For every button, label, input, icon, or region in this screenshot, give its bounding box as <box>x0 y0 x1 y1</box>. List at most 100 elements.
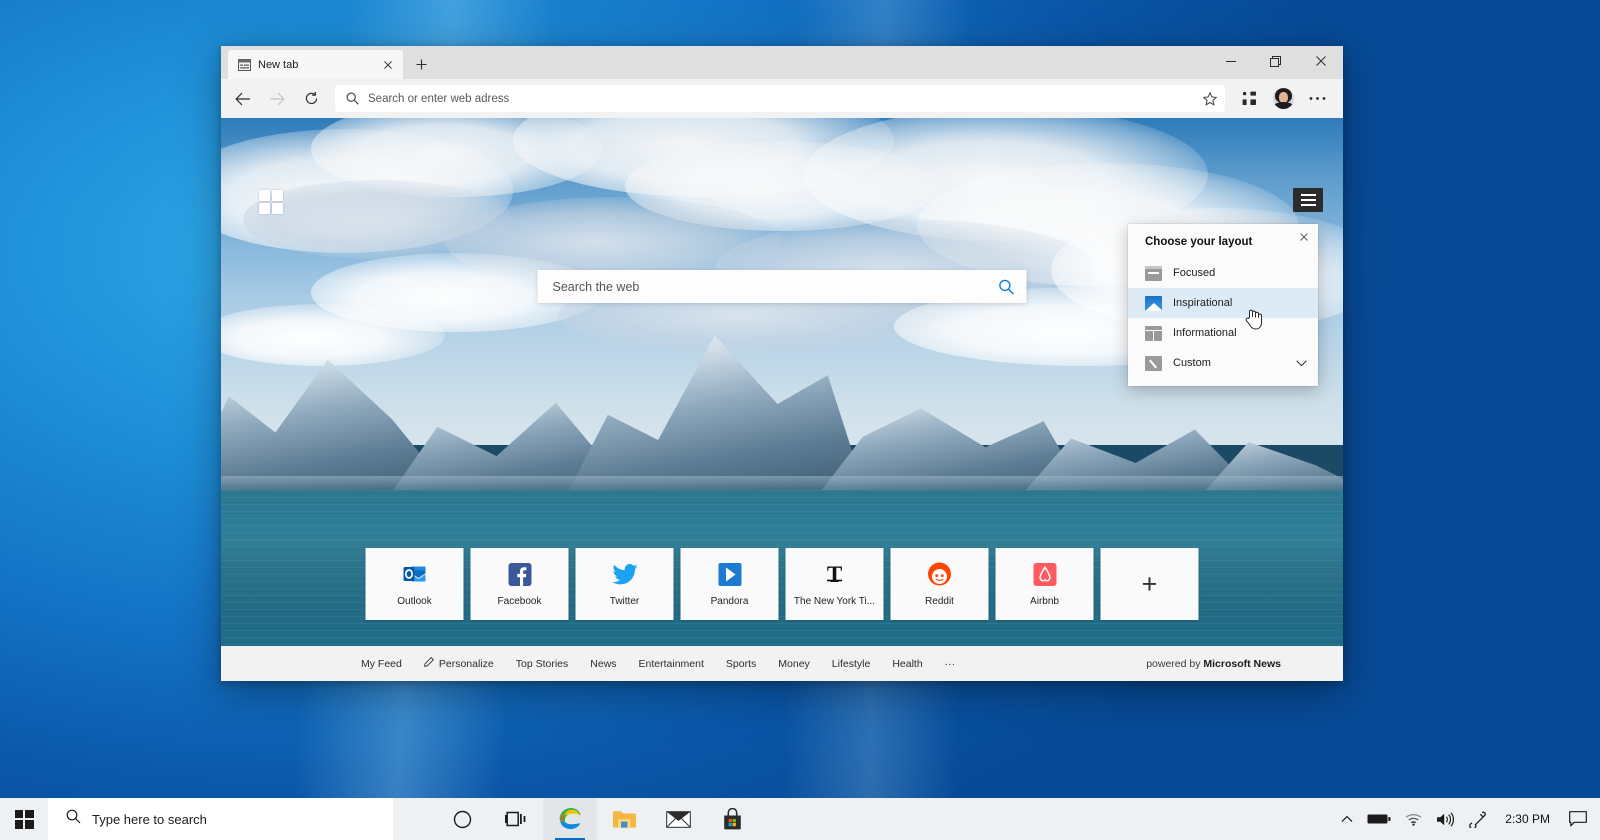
footer-link-more[interactable]: ··· <box>945 658 956 670</box>
refresh-icon[interactable] <box>295 83 327 115</box>
powered-by-prefix: powered by <box>1146 657 1204 670</box>
footer-link-entertainment[interactable]: Entertainment <box>639 658 704 670</box>
powered-by-label: powered by Microsoft News <box>1146 658 1281 670</box>
tile-reddit[interactable]: Reddit <box>890 548 989 620</box>
mail-icon[interactable] <box>651 798 705 840</box>
new-tab-button[interactable] <box>408 51 434 77</box>
windows-start-icon[interactable] <box>0 798 48 840</box>
twitter-icon <box>612 561 638 587</box>
layout-option-focused[interactable]: Focused <box>1128 258 1318 288</box>
browser-tab[interactable]: New tab <box>228 50 403 79</box>
volume-icon[interactable] <box>1429 798 1462 840</box>
tile-outlook[interactable]: Outlook <box>365 548 464 620</box>
avatar <box>1272 88 1294 109</box>
address-input[interactable]: Search or enter web adress <box>368 93 1194 105</box>
footer-link-top-stories[interactable]: Top Stories <box>516 658 569 670</box>
layout-option-custom[interactable]: Custom <box>1128 348 1318 378</box>
edge-browser-window: New tab Search or enter web adress Searc… <box>221 46 1343 681</box>
wifi-icon[interactable] <box>1398 798 1429 840</box>
footer-link-label: Top Stories <box>515 657 569 670</box>
task-view-icon[interactable] <box>489 798 543 840</box>
show-hidden-icons-chevron-icon[interactable] <box>1334 798 1360 840</box>
taskbar-clock[interactable]: 2:30 PM <box>1493 798 1562 840</box>
windows-taskbar: Type here to search 2:30 PM <box>0 798 1600 840</box>
footer-link-sports[interactable]: Sports <box>726 658 756 670</box>
plus-icon: + <box>1141 568 1158 599</box>
pandora-icon <box>717 561 743 587</box>
web-search-box[interactable]: Search the web <box>537 270 1027 303</box>
browser-toolbar: Search or enter web adress <box>221 79 1343 118</box>
outlook-icon <box>402 561 428 587</box>
search-icon[interactable] <box>999 279 1015 295</box>
tile-label: Airbnb <box>1030 596 1059 607</box>
battery-icon[interactable] <box>1360 798 1398 840</box>
footer-link-my-feed[interactable]: My Feed <box>361 658 402 670</box>
microsoft-edge-icon[interactable] <box>543 798 597 840</box>
footer-link-label: Sports <box>725 657 757 670</box>
profile-button[interactable] <box>1267 83 1299 115</box>
footer-link-lifestyle[interactable]: Lifestyle <box>832 658 871 670</box>
layout-focused-icon <box>1145 265 1162 281</box>
star-icon[interactable] <box>1203 91 1217 106</box>
tab-title: New tab <box>258 58 299 71</box>
tab-close-icon[interactable] <box>380 57 395 72</box>
chevron-down-icon[interactable] <box>1296 359 1310 367</box>
cortana-icon[interactable] <box>435 798 489 840</box>
footer-link-label: ··· <box>944 657 956 670</box>
layout-option-label: Focused <box>1173 267 1216 279</box>
microsoft-store-icon[interactable] <box>705 798 759 840</box>
nytimes-icon: T <box>822 561 848 587</box>
tile-label: Twitter <box>609 596 640 607</box>
search-icon <box>346 92 359 105</box>
collections-grid-icon[interactable] <box>1233 83 1265 115</box>
airbnb-icon <box>1032 561 1058 587</box>
window-controls <box>1208 46 1343 76</box>
tile-airbnb[interactable]: Airbnb <box>995 548 1094 620</box>
maximize-icon[interactable] <box>1253 46 1298 76</box>
system-tray: 2:30 PM <box>1334 798 1600 840</box>
tile-label: The New York Ti... <box>793 596 876 607</box>
footer-link-personalize[interactable]: Personalize <box>424 656 494 670</box>
layout-option-label: Inspirational <box>1173 297 1233 309</box>
new-tab-page: Search the web Outlook Facebook Twitter … <box>221 118 1343 681</box>
forward-arrow-icon <box>261 83 293 115</box>
windows-waffle-icon[interactable] <box>259 190 283 214</box>
window-title-bar: New tab <box>221 46 1343 79</box>
hamburger-icon[interactable] <box>1293 188 1323 212</box>
footer-link-label: My Feed <box>361 657 402 670</box>
action-center-icon[interactable] <box>1562 798 1594 840</box>
footer-link-label: Money <box>778 657 810 670</box>
reddit-icon <box>927 561 953 587</box>
taskbar-search-input[interactable]: Type here to search <box>92 812 207 827</box>
address-bar[interactable]: Search or enter web adress <box>335 85 1225 112</box>
layout-custom-pencil-icon <box>1145 355 1162 371</box>
tile-twitter[interactable]: Twitter <box>575 548 674 620</box>
pen-workspace-icon[interactable] <box>1462 798 1493 840</box>
back-arrow-icon[interactable] <box>227 83 259 115</box>
layout-option-label: Informational <box>1173 327 1237 339</box>
web-search-input[interactable]: Search the web <box>553 280 999 294</box>
search-icon <box>66 809 81 829</box>
close-icon[interactable] <box>1296 229 1311 244</box>
choose-layout-flyout: Choose your layout Focused Inspirational… <box>1128 224 1318 386</box>
add-shortcut-tile[interactable]: + <box>1100 548 1199 620</box>
footer-link-money[interactable]: Money <box>778 658 810 670</box>
tile-nytimes[interactable]: T The New York Ti... <box>785 548 884 620</box>
window-close-icon[interactable] <box>1298 46 1343 76</box>
layout-option-inspirational[interactable]: Inspirational <box>1128 288 1318 318</box>
taskbar-search-box[interactable]: Type here to search <box>48 798 393 840</box>
file-explorer-icon[interactable] <box>597 798 651 840</box>
flyout-title: Choose your layout <box>1145 236 1253 248</box>
layout-option-informational[interactable]: Informational <box>1128 318 1318 348</box>
tile-pandora[interactable]: Pandora <box>680 548 779 620</box>
tile-label: Reddit <box>925 596 954 607</box>
minimize-icon[interactable] <box>1208 46 1253 76</box>
footer-link-news[interactable]: News <box>590 658 616 670</box>
layout-inspirational-icon <box>1145 295 1162 311</box>
ellipsis-icon[interactable] <box>1301 83 1333 115</box>
newtab-icon <box>238 58 251 71</box>
tile-label: Pandora <box>710 596 749 607</box>
footer-link-health[interactable]: Health <box>892 658 922 670</box>
tile-facebook[interactable]: Facebook <box>470 548 569 620</box>
footer-link-label: Entertainment <box>638 657 704 670</box>
